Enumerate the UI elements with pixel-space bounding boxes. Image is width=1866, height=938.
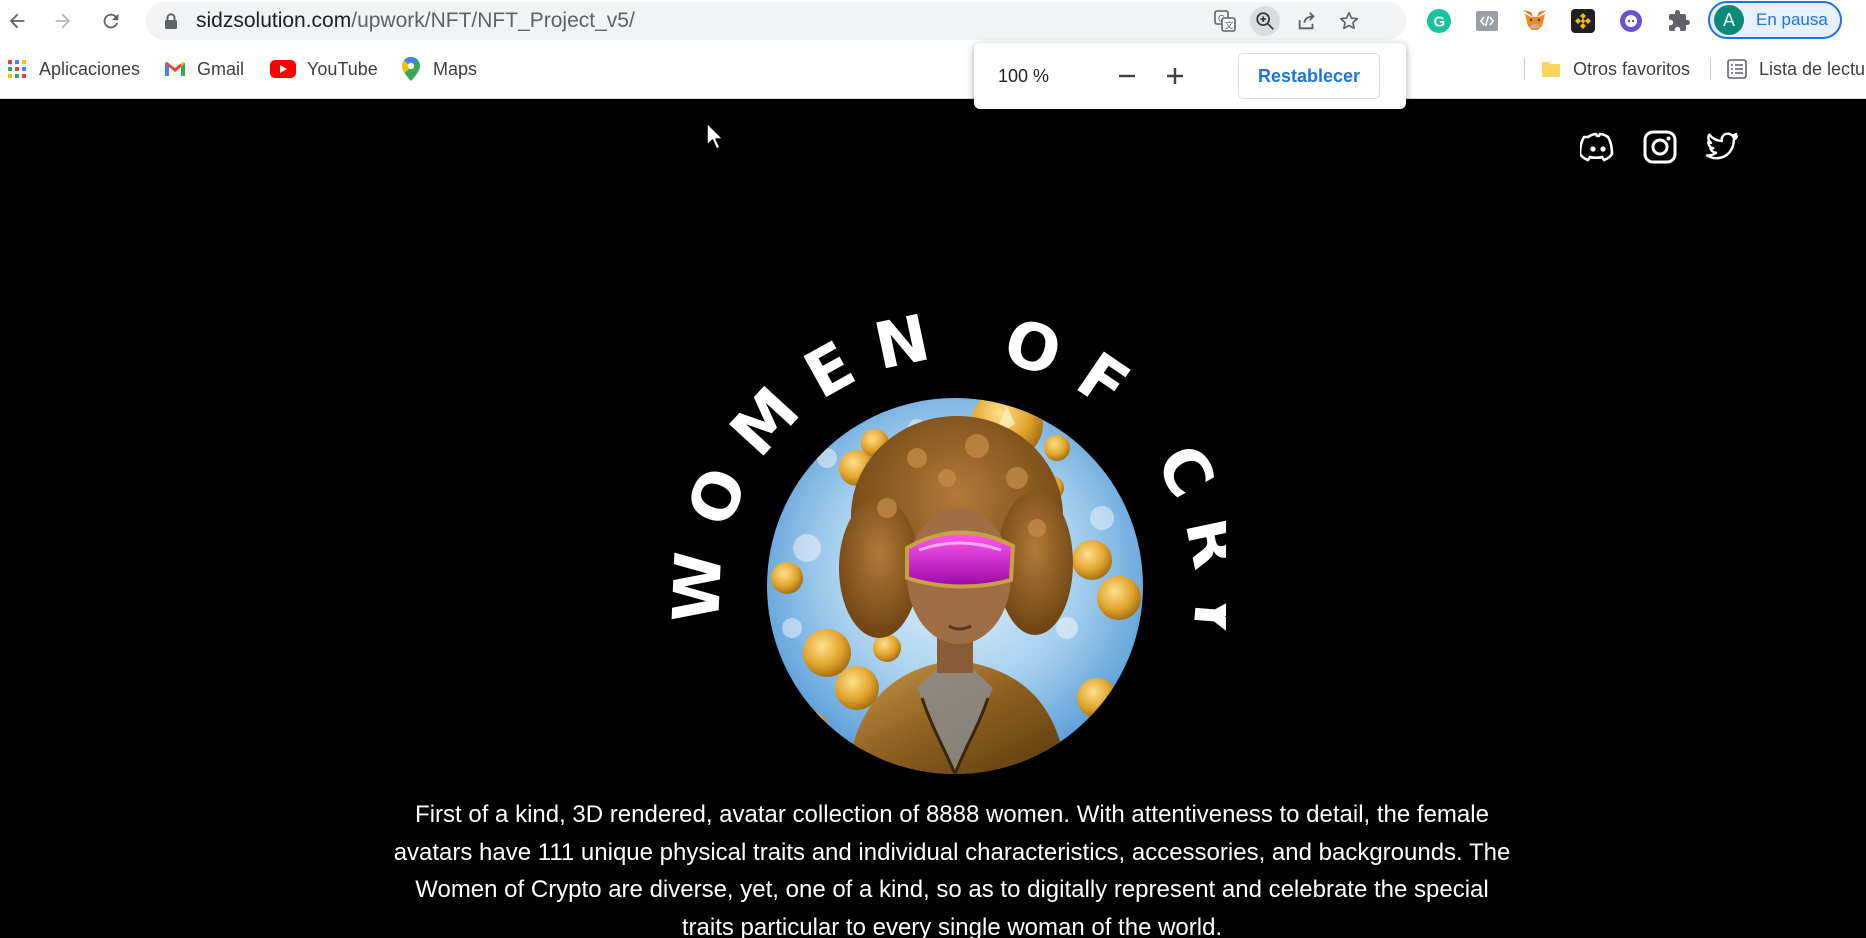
bookmark-label: Otros favoritos: [1573, 58, 1691, 79]
bookmark-label: Gmail: [197, 58, 245, 79]
svg-text:文: 文: [1225, 20, 1234, 31]
reload-icon: [103, 13, 119, 29]
share-icon: [1298, 12, 1315, 30]
zoom-out-button[interactable]: [1109, 58, 1145, 94]
avatar-portrait: [767, 398, 1143, 774]
reading-list-button[interactable]: Lista de lectu: [1726, 52, 1865, 86]
bookmark-label: YouTube: [307, 58, 378, 79]
address-bar[interactable]: sidzsolution.com/upwork/NFT/NFT_Project_…: [146, 2, 1406, 40]
grammarly-extension[interactable]: G: [1424, 6, 1454, 36]
instagram-link[interactable]: [1640, 127, 1680, 167]
lock-icon: [165, 13, 177, 29]
code-tag-icon: [1476, 11, 1498, 31]
collection-description: First of a kind, 3D rendered, avatar col…: [393, 801, 1511, 938]
profile-button[interactable]: A En pausa: [1708, 1, 1842, 39]
binance-extension[interactable]: [1568, 6, 1598, 36]
bookmark-label: Aplicaciones: [39, 58, 141, 79]
instagram-icon: [1643, 130, 1677, 164]
zoom-level-value: 100 %: [998, 66, 1050, 86]
discord-link[interactable]: [1578, 127, 1618, 167]
chat-extension[interactable]: [1616, 6, 1646, 36]
bookmark-label: Lista de lectu: [1759, 58, 1866, 79]
bookmark-gmail[interactable]: Gmail: [164, 52, 244, 86]
zoom-popup: 100 % Restablecer: [974, 43, 1406, 109]
plus-icon: [1167, 68, 1183, 84]
bookmarks-bar: Aplicaciones Gmail YouTube Maps Otros fa…: [0, 52, 1866, 86]
mouse-cursor-icon: [706, 122, 724, 150]
reading-list-icon: [1726, 58, 1748, 80]
zoom-in-button[interactable]: [1157, 58, 1193, 94]
forward-button[interactable]: [46, 4, 80, 38]
discord-icon: [1580, 132, 1614, 162]
woman-avatar-image: [767, 398, 1143, 774]
maps-icon: [400, 57, 422, 81]
profile-status: En pausa: [1756, 10, 1828, 29]
twitter-icon: [1705, 132, 1739, 160]
bookmark-other-favorites[interactable]: Otros favoritos: [1540, 52, 1690, 86]
code-extension[interactable]: [1472, 6, 1502, 36]
twitter-link[interactable]: [1702, 127, 1742, 167]
reload-button[interactable]: [94, 4, 128, 38]
extensions-button[interactable]: [1664, 6, 1694, 36]
browser-toolbar: sidzsolution.com/upwork/NFT/NFT_Project_…: [0, 0, 1866, 42]
web-page: WOMEN OF CRYPTO: [0, 99, 1866, 938]
url-text: sidzsolution.com/upwork/NFT/NFT_Project_…: [196, 2, 635, 40]
binance-icon: [1571, 9, 1595, 33]
arrow-right-icon: [55, 13, 71, 29]
metamask-fox-icon: [1523, 10, 1547, 30]
gmail-icon: [164, 58, 186, 80]
star-icon: [1339, 11, 1359, 30]
translate-icon: G文: [1214, 10, 1236, 32]
bookmark-youtube[interactable]: YouTube: [270, 52, 378, 86]
apps-grid-icon: [6, 58, 28, 80]
url-path: /upwork/NFT/NFT_Project_v5/: [351, 9, 635, 32]
youtube-icon: [270, 58, 296, 80]
folder-icon: [1540, 58, 1562, 80]
chat-bubble-icon: [1620, 10, 1642, 32]
browser-chrome: sidzsolution.com/upwork/NFT/NFT_Project_…: [0, 0, 1866, 99]
share-button[interactable]: [1292, 6, 1322, 36]
bookmarks-separator: [1710, 58, 1711, 80]
translate-button[interactable]: G文: [1210, 6, 1240, 36]
bookmarks-separator: [1524, 58, 1525, 80]
profile-avatar: A: [1714, 5, 1744, 35]
grammarly-icon: G: [1427, 9, 1451, 33]
zoom-reset-button[interactable]: Restablecer: [1238, 53, 1380, 99]
minus-icon: [1119, 74, 1135, 78]
url-domain: sidzsolution.com: [196, 9, 352, 32]
zoom-in-icon: [1256, 12, 1274, 30]
back-button[interactable]: [0, 4, 34, 38]
zoom-indicator-button[interactable]: [1250, 6, 1280, 36]
arrow-left-icon: [9, 13, 25, 29]
svg-text:G: G: [1434, 14, 1446, 31]
bookmark-maps[interactable]: Maps: [400, 52, 477, 86]
metamask-extension[interactable]: [1520, 6, 1550, 36]
puzzle-piece-icon: [1669, 10, 1690, 31]
bookmark-star-button[interactable]: [1334, 6, 1364, 36]
hero-logo: WOMEN OF CRYPTO: [666, 222, 1226, 774]
bookmark-label: Maps: [433, 58, 478, 79]
bookmark-apps[interactable]: Aplicaciones: [6, 52, 140, 86]
